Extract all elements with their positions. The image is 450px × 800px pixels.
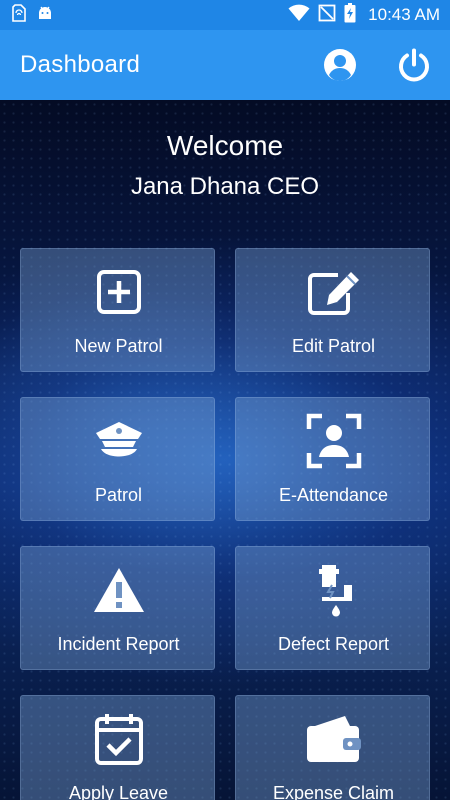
appbar-actions <box>322 47 432 83</box>
logout-button[interactable] <box>396 47 432 83</box>
power-icon <box>399 48 429 82</box>
edit-patrol-tile[interactable]: Edit Patrol <box>235 248 430 372</box>
leaking-pipe-icon <box>236 565 431 617</box>
wifi-icon <box>288 4 310 27</box>
tile-label: Incident Report <box>57 634 180 654</box>
status-time: 10:43 AM <box>368 5 440 24</box>
tile-label: Edit Patrol <box>291 336 376 356</box>
defect-report-tile[interactable]: Defect Report <box>235 546 430 670</box>
battery-charging-icon <box>344 2 356 28</box>
tile-label: Defect Report <box>277 634 390 654</box>
wallet-icon <box>236 714 431 764</box>
sim-card-icon <box>12 3 26 27</box>
android-icon <box>36 4 54 27</box>
new-patrol-tile[interactable]: New Patrol <box>20 248 215 372</box>
expense-claim-tile[interactable]: Expense Claim <box>235 695 430 800</box>
user-name: Jana Dhana CEO <box>130 173 320 200</box>
e-attendance-tile[interactable]: E-Attendance <box>235 397 430 521</box>
add-square-icon <box>21 267 216 317</box>
tile-label: Patrol <box>94 485 143 505</box>
app-bar: Dashboard <box>0 30 450 100</box>
face-scan-icon <box>236 413 431 469</box>
tile-label: Expense Claim <box>272 783 395 800</box>
edit-icon <box>236 267 431 317</box>
calendar-check-icon <box>21 714 216 765</box>
profile-button[interactable] <box>322 47 358 83</box>
profile-icon <box>324 49 356 82</box>
page-title: Dashboard <box>20 51 141 78</box>
no-signal-icon <box>318 4 336 27</box>
status-right-icons: 10:43 AM <box>288 2 440 28</box>
status-bar: 10:43 AM <box>0 0 450 30</box>
dashboard-content: Welcome Jana Dhana CEO New Patrol Edit P… <box>0 100 450 800</box>
tile-label: New Patrol <box>74 336 163 356</box>
warning-icon <box>21 565 216 615</box>
status-left-icons <box>12 3 54 27</box>
patrol-tile[interactable]: Patrol <box>20 397 215 521</box>
tile-label: Apply Leave <box>68 783 169 800</box>
police-cap-icon <box>21 416 216 466</box>
welcome-heading: Welcome <box>166 130 284 161</box>
tile-label: E-Attendance <box>278 485 389 505</box>
apply-leave-tile[interactable]: Apply Leave <box>20 695 215 800</box>
incident-report-tile[interactable]: Incident Report <box>20 546 215 670</box>
